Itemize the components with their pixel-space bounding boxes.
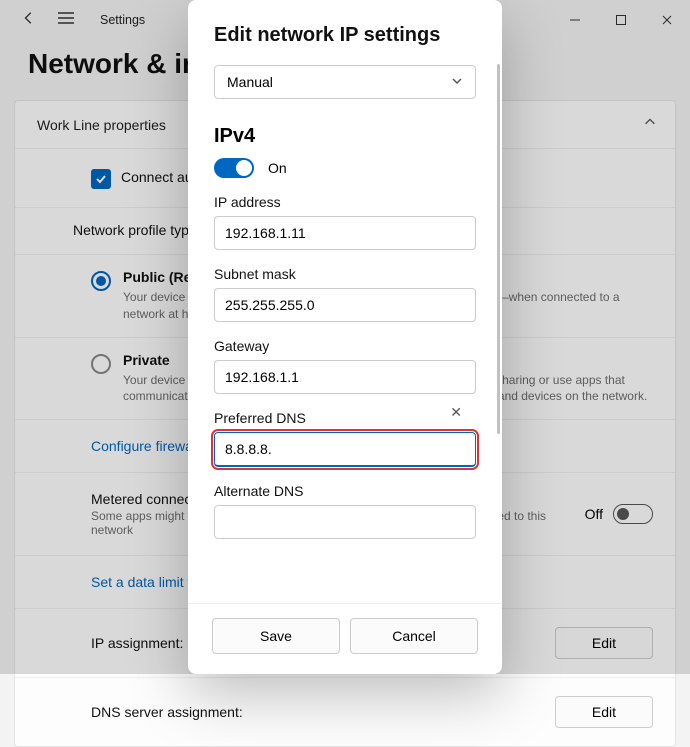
mode-select[interactable]: Manual	[214, 65, 476, 99]
mode-value: Manual	[227, 74, 273, 90]
dns-assignment-row: DNS server assignment: Edit	[15, 678, 675, 746]
ip-address-input[interactable]	[214, 216, 476, 250]
ip-address-label: IP address	[214, 194, 476, 210]
preferred-dns-input[interactable]	[214, 432, 476, 467]
dns-assignment-label: DNS server assignment:	[91, 704, 291, 720]
modal-title: Edit network IP settings	[214, 24, 476, 47]
ipv4-toggle[interactable]	[214, 158, 254, 178]
gateway-input[interactable]	[214, 360, 476, 394]
edit-ip-modal: Edit network IP settings Manual IPv4 On …	[188, 0, 502, 674]
scrollbar-thumb[interactable]	[497, 64, 500, 434]
alternate-dns-label: Alternate DNS	[214, 483, 476, 499]
edit-dns-button[interactable]: Edit	[555, 696, 653, 728]
ipv4-on-label: On	[268, 160, 287, 176]
chevron-down-icon	[451, 74, 463, 90]
subnet-label: Subnet mask	[214, 266, 476, 282]
ipv4-heading: IPv4	[214, 125, 476, 148]
alternate-dns-input[interactable]	[214, 505, 476, 539]
save-button[interactable]: Save	[212, 618, 340, 654]
subnet-input[interactable]	[214, 288, 476, 322]
clear-input-icon[interactable]: ✕	[450, 404, 462, 421]
gateway-label: Gateway	[214, 338, 476, 354]
cancel-button[interactable]: Cancel	[350, 618, 478, 654]
preferred-dns-label: Preferred DNS	[214, 410, 476, 426]
modal-footer: Save Cancel	[188, 603, 502, 674]
